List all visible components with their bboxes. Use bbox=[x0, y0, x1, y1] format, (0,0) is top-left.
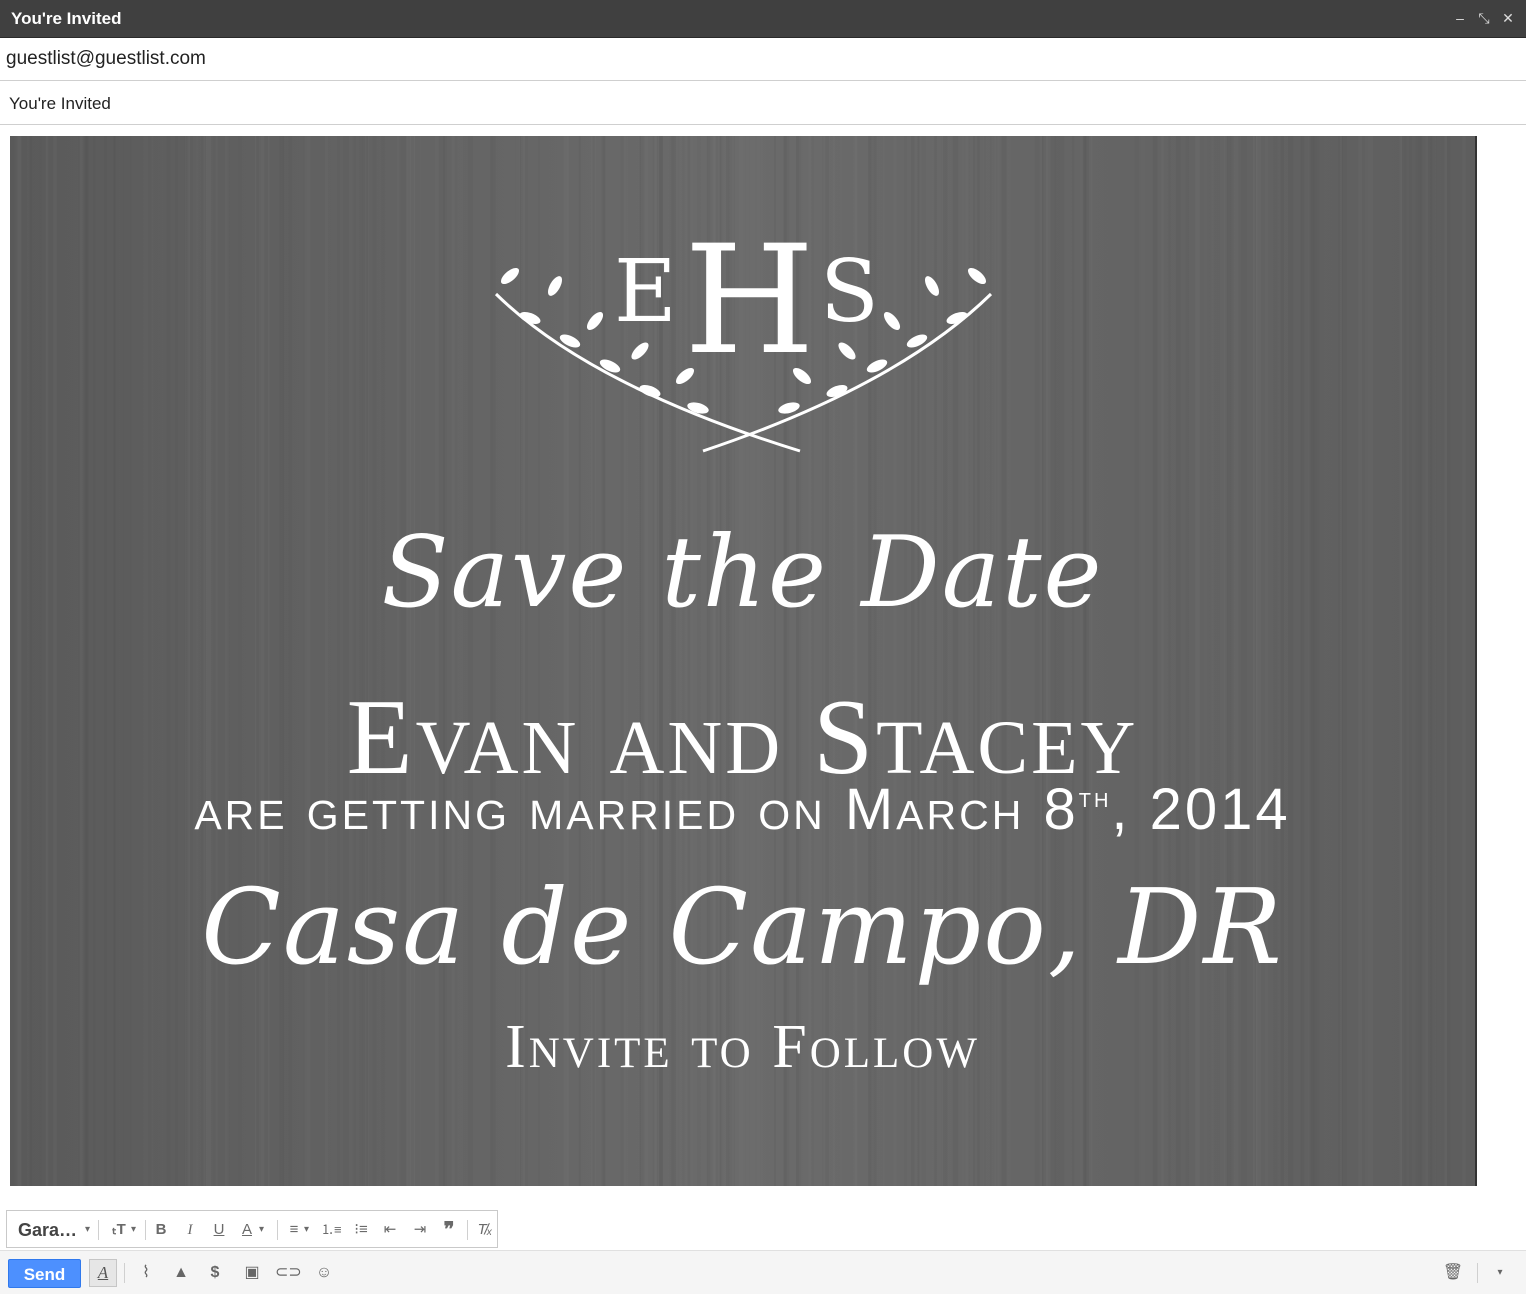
compose-title-bar[interactable]: You're Invited – ⤡ ✕ bbox=[0, 0, 1526, 38]
to-field[interactable]: guestlist@guestlist.com bbox=[0, 38, 1526, 81]
insert-emoji-icon[interactable]: ☺ bbox=[312, 1261, 336, 1285]
more-options-icon[interactable]: ▾ bbox=[1488, 1261, 1512, 1285]
date-suffix: th bbox=[1078, 782, 1112, 813]
bold-icon[interactable]: B bbox=[153, 1219, 169, 1241]
divider bbox=[467, 1220, 468, 1240]
indent-less-icon[interactable]: ⇤ bbox=[380, 1219, 400, 1241]
indent-more-icon[interactable]: ⇥ bbox=[410, 1219, 430, 1241]
send-money-icon[interactable]: $ bbox=[203, 1261, 227, 1285]
google-drive-icon[interactable]: ▲ bbox=[169, 1261, 193, 1285]
divider bbox=[1477, 1263, 1478, 1283]
invite-to-follow-text: Invite to Follow bbox=[505, 1013, 980, 1081]
chevron-down-icon[interactable]: ▾ bbox=[304, 1219, 309, 1241]
quote-icon[interactable]: ❞ bbox=[439, 1219, 459, 1241]
save-the-date-text: Save the Date bbox=[381, 516, 1104, 630]
font-family-select[interactable]: Gara… bbox=[18, 1220, 77, 1241]
to-recipient[interactable]: guestlist@guestlist.com bbox=[6, 48, 206, 70]
year-text: , 2014 bbox=[1111, 777, 1291, 842]
divider bbox=[124, 1263, 125, 1283]
text-color-icon[interactable]: A bbox=[239, 1219, 255, 1241]
attach-file-icon[interactable]: ⌇ bbox=[134, 1261, 158, 1285]
divider bbox=[98, 1220, 99, 1240]
bulleted-list-icon[interactable]: ⁝≡ bbox=[351, 1219, 371, 1241]
chevron-down-icon[interactable]: ▾ bbox=[131, 1219, 136, 1241]
chevron-down-icon[interactable]: ▾ bbox=[259, 1219, 264, 1241]
subject-field[interactable]: You're Invited bbox=[0, 81, 1526, 125]
location-text: Casa de Campo, DR bbox=[201, 866, 1284, 988]
subject-value[interactable]: You're Invited bbox=[9, 94, 111, 114]
send-button[interactable]: Send bbox=[8, 1259, 81, 1288]
wedding-date-line: are getting married on March 8th, 2014 bbox=[10, 776, 1475, 843]
compose-bottom-bar: Send A ⌇ ▲ $ ▣ ⊂⊃ ☺ 🗑 ▾ bbox=[0, 1250, 1526, 1294]
divider bbox=[277, 1220, 278, 1240]
monogram-left: E bbox=[614, 242, 677, 342]
numbered-list-icon[interactable]: ⒈≡ bbox=[321, 1219, 342, 1241]
discard-draft-icon[interactable]: 🗑 bbox=[1441, 1261, 1465, 1285]
font-size-icon[interactable]: ₜT bbox=[107, 1219, 131, 1241]
monogram-right: S bbox=[820, 242, 879, 342]
remove-formatting-icon[interactable]: T̸ₓ bbox=[475, 1219, 495, 1241]
close-icon[interactable]: ✕ bbox=[1499, 8, 1517, 28]
popout-icon[interactable]: ⤡ bbox=[1475, 8, 1493, 28]
insert-link-icon[interactable]: ⊂⊃ bbox=[275, 1261, 302, 1285]
formatting-toolbar: Gara… ▾ ₜT ▾ B I U A ▾ ≡ ▾ ⒈≡ ⁝≡ ⇤ ⇥ ❞ T… bbox=[6, 1210, 498, 1248]
italic-icon[interactable]: I bbox=[182, 1219, 198, 1241]
married-text: are getting married on March 8 bbox=[194, 777, 1079, 842]
insert-photo-icon[interactable]: ▣ bbox=[240, 1261, 264, 1285]
compose-title: You're Invited bbox=[11, 9, 122, 28]
chevron-down-icon[interactable]: ▾ bbox=[85, 1219, 90, 1241]
underline-icon[interactable]: U bbox=[211, 1219, 227, 1241]
divider bbox=[145, 1220, 146, 1240]
formatting-options-icon[interactable]: A bbox=[89, 1259, 117, 1287]
monogram-center: H bbox=[684, 214, 815, 388]
minimize-icon[interactable]: – bbox=[1451, 8, 1469, 28]
align-icon[interactable]: ≡ bbox=[285, 1219, 303, 1241]
invitation-image: E H S Save the Date Evan and Stacey are … bbox=[10, 136, 1477, 1186]
